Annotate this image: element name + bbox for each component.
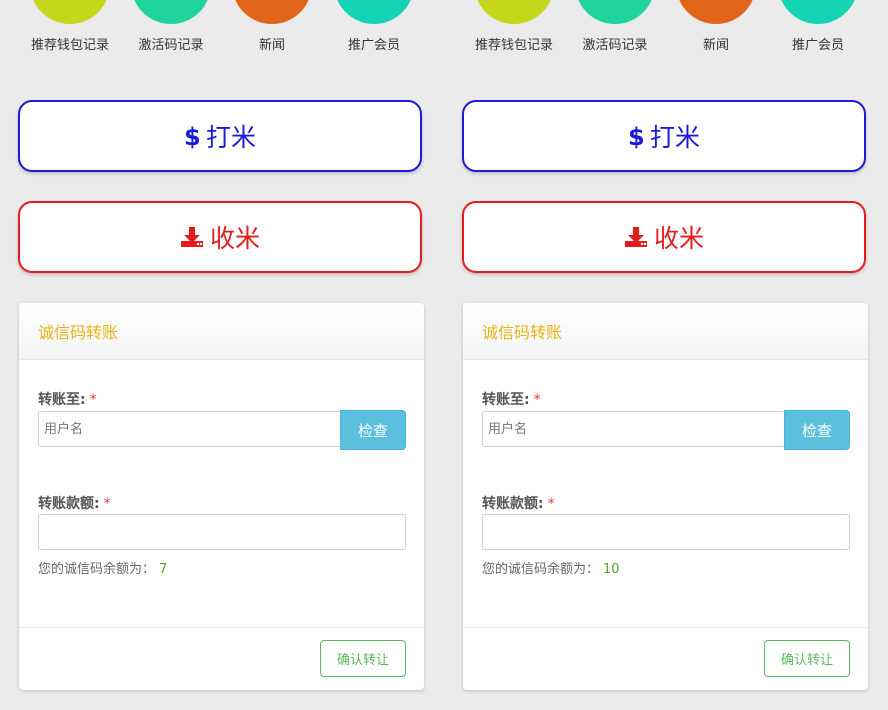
transfer-amount-text: 转账款额: <box>482 496 544 512</box>
promote-member-icon[interactable] <box>334 0 414 24</box>
transfer-card: 诚信码转账 转账至:* 检查 转账款额:* 您的诚信码余额为：10 确认转让 <box>463 303 868 690</box>
confirm-transfer-button[interactable]: 确认转让 <box>320 640 406 677</box>
wallet-record-icon[interactable] <box>30 0 110 24</box>
balance-value: 10 <box>603 562 620 577</box>
username-input[interactable] <box>482 411 786 447</box>
transfer-to-label: 转账至: * <box>482 389 541 409</box>
transfer-amount-label: 转账款额: * <box>38 493 111 513</box>
shortcut-label-activation-code[interactable]: 激活码记录 <box>560 34 670 53</box>
balance-info: 您的诚信码余额为： 10 <box>482 558 620 577</box>
shortcut-label-promote-member[interactable]: 推广会员 <box>319 34 429 53</box>
shortcut-label-news[interactable]: 新闻 <box>661 34 771 53</box>
check-button[interactable]: 检查 <box>340 410 406 450</box>
transfer-amount-text: 转账款额: <box>38 496 100 512</box>
amount-input[interactable] <box>482 514 850 550</box>
svg-text:$: $ <box>184 123 200 149</box>
promote-member-icon[interactable] <box>778 0 858 24</box>
send-rice-label: 打米 <box>649 123 700 152</box>
transfer-amount-label: 转账款额: * <box>482 493 555 513</box>
card-footer-divider <box>19 627 424 628</box>
download-tray-icon <box>624 226 648 248</box>
transfer-to-text: 转账至: <box>482 392 530 408</box>
transfer-to-label: 转账至: * <box>38 389 97 409</box>
send-rice-button[interactable]: $ 打米 <box>462 100 866 172</box>
send-rice-label: 打米 <box>205 123 256 152</box>
balance-text: 您的诚信码余额为： <box>482 562 600 577</box>
dollar-icon: $ <box>628 123 644 149</box>
download-tray-icon <box>180 226 204 248</box>
panel-right: 推荐钱包记录 激活码记录 新闻 推广会员 $ 打米 收米 诚信码转账 转账至: … <box>444 0 888 710</box>
receive-rice-label: 收米 <box>209 224 260 253</box>
news-icon[interactable] <box>232 0 312 24</box>
balance-info: 您的诚信码余额为： 7 <box>38 558 167 577</box>
username-input[interactable] <box>38 411 342 447</box>
shortcut-label-activation-code[interactable]: 激活码记录 <box>116 34 226 53</box>
shortcut-icon-row: 推荐钱包记录 激活码记录 新闻 推广会员 <box>0 0 444 60</box>
shortcut-label-wallet-record[interactable]: 推荐钱包记录 <box>459 34 569 53</box>
required-mark: * <box>547 496 555 512</box>
balance-value: 7 <box>159 562 168 577</box>
transfer-card: 诚信码转账 转账至:* 检查 转账款额:* 您的诚信码余额为：7 确认转让 <box>19 303 424 690</box>
required-mark: * <box>533 392 541 408</box>
shortcut-label-promote-member[interactable]: 推广会员 <box>763 34 873 53</box>
dollar-icon: $ <box>184 123 200 149</box>
activation-code-icon[interactable] <box>575 0 655 24</box>
required-mark: * <box>89 392 97 408</box>
shortcut-icon-row: 推荐钱包记录 激活码记录 新闻 推广会员 <box>444 0 888 60</box>
confirm-transfer-button[interactable]: 确认转让 <box>764 640 850 677</box>
receive-rice-label: 收米 <box>653 224 704 253</box>
card-title: 诚信码转账 <box>19 303 424 360</box>
svg-text:$: $ <box>628 123 644 149</box>
transfer-to-text: 转账至: <box>38 392 86 408</box>
amount-input[interactable] <box>38 514 406 550</box>
card-footer-divider <box>463 627 868 628</box>
receive-rice-button[interactable]: 收米 <box>462 201 866 273</box>
panel-left: 推荐钱包记录 激活码记录 新闻 推广会员 $ 打米 收米 诚信码转账 转账至: … <box>0 0 444 710</box>
shortcut-label-news[interactable]: 新闻 <box>217 34 327 53</box>
card-title: 诚信码转账 <box>463 303 868 360</box>
shortcut-label-wallet-record[interactable]: 推荐钱包记录 <box>15 34 125 53</box>
wallet-record-icon[interactable] <box>474 0 554 24</box>
required-mark: * <box>103 496 111 512</box>
check-button[interactable]: 检查 <box>784 410 850 450</box>
balance-text: 您的诚信码余额为： <box>38 562 156 577</box>
news-icon[interactable] <box>676 0 756 24</box>
receive-rice-button[interactable]: 收米 <box>18 201 422 273</box>
activation-code-icon[interactable] <box>131 0 211 24</box>
send-rice-button[interactable]: $ 打米 <box>18 100 422 172</box>
